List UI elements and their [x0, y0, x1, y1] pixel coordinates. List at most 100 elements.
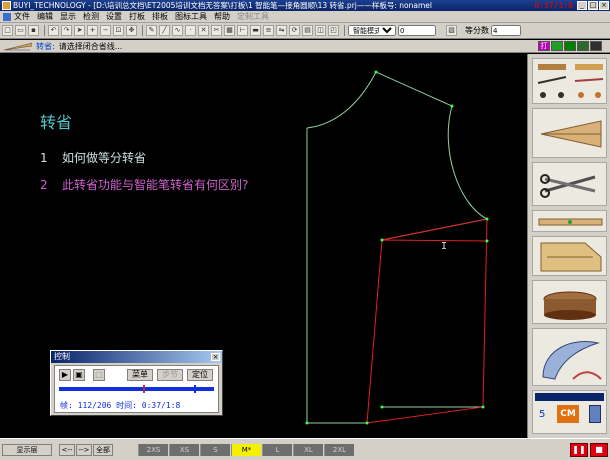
- scissors-tool-tile[interactable]: [532, 162, 607, 206]
- display-layer-button[interactable]: 显示层: [2, 443, 52, 456]
- prompt-bar: 转省: 请选择闭合省线... 打: [0, 40, 610, 53]
- window-title: BUYI_TECHNOLOGY - [D:\培训总文档\ET2005培训文档无答…: [13, 1, 432, 10]
- curve-ruler-tile[interactable]: [532, 328, 607, 386]
- line-tool-icon[interactable]: ╱: [159, 25, 170, 36]
- pattern-mode-icon[interactable]: 打: [538, 41, 550, 51]
- calculator-icon[interactable]: [589, 405, 601, 423]
- redo-icon[interactable]: ↷: [61, 25, 72, 36]
- stop-icon[interactable]: ■: [590, 442, 608, 457]
- ruler-tool-tile[interactable]: [532, 210, 607, 232]
- measurement-header: [535, 393, 604, 401]
- size-xl[interactable]: XL: [293, 443, 323, 456]
- cm-unit-icon[interactable]: CM: [557, 405, 579, 423]
- layers-icon[interactable]: ≡: [263, 25, 274, 36]
- dark-pen-icon[interactable]: [590, 41, 602, 51]
- green-pen-icon[interactable]: [577, 41, 589, 51]
- step-button[interactable]: 步节: [157, 369, 183, 381]
- piece-icon[interactable]: ◰: [328, 25, 339, 36]
- controller-titlebar[interactable]: 控制 ×: [51, 351, 222, 363]
- pattern-piece-tile[interactable]: [532, 236, 607, 276]
- undo-icon[interactable]: ↶: [48, 25, 59, 36]
- curve-tool-icon[interactable]: ∿: [172, 25, 183, 36]
- size-xs[interactable]: XS: [169, 443, 199, 456]
- equal-parts-input[interactable]: [491, 25, 521, 36]
- basket-tool-tile[interactable]: [532, 280, 607, 324]
- menu-file[interactable]: 文件: [14, 11, 30, 22]
- playback-controller: 控制 × ▶ ▣ □ 菜单 步节 定位 帧: 112/206 时间: 0:37/…: [50, 350, 223, 416]
- playback-progress-bar[interactable]: [59, 387, 214, 391]
- mirror-icon[interactable]: ⇋: [276, 25, 287, 36]
- size-2xl[interactable]: 2XL: [324, 443, 354, 456]
- question-1-text: 如何做等分转省: [62, 151, 147, 165]
- playback-end-marker: [194, 385, 196, 393]
- pen-tool-icon[interactable]: ✎: [146, 25, 157, 36]
- pointer-icon[interactable]: ➤: [74, 25, 85, 36]
- maximize-button[interactable]: □: [588, 1, 598, 10]
- save-icon[interactable]: ▪: [28, 25, 39, 36]
- green-square-icon[interactable]: [551, 41, 563, 51]
- size-l[interactable]: L: [262, 443, 292, 456]
- pan-icon[interactable]: ✥: [126, 25, 137, 36]
- hatch-icon[interactable]: ▧: [446, 25, 457, 36]
- size-s[interactable]: S: [200, 443, 230, 456]
- new-file-icon[interactable]: □: [2, 25, 13, 36]
- grid-icon[interactable]: ▦: [224, 25, 235, 36]
- minimize-button[interactable]: _: [577, 1, 587, 10]
- menu-pattern[interactable]: 打板: [129, 11, 145, 22]
- locate-button[interactable]: 定位: [187, 369, 213, 381]
- pattern-point: [485, 239, 489, 243]
- align-icon[interactable]: ▤: [302, 25, 313, 36]
- question-2: 2 此转省功能与智能笔转省有何区别?: [40, 176, 248, 193]
- controller-title: 控制: [54, 352, 70, 361]
- all-button[interactable]: 全部: [93, 443, 113, 456]
- stop-button[interactable]: □: [93, 369, 105, 381]
- play-button[interactable]: ▶: [59, 369, 71, 381]
- pattern-point: [450, 104, 454, 108]
- rotate-icon[interactable]: ⟳: [289, 25, 300, 36]
- controller-close-button[interactable]: ×: [211, 353, 220, 361]
- green-square-icon-2[interactable]: [564, 41, 576, 51]
- delete-icon[interactable]: ✕: [198, 25, 209, 36]
- menu-check[interactable]: 检测: [83, 11, 99, 22]
- menu-custom-tools[interactable]: 定制工具: [237, 11, 269, 22]
- playback-status: 帧: 112/206 时间: 0:37/1:8: [60, 401, 181, 410]
- statusbar: 显示层 <-- --> 全部 2XS XS S M* L XL 2XL ❚❚ ■: [0, 438, 610, 460]
- tool-grid-tile[interactable]: [532, 58, 607, 104]
- prompt-text: 请选择闭合省线...: [58, 41, 123, 51]
- mode-select[interactable]: 智能模式F5: [348, 25, 396, 36]
- open-folder-icon[interactable]: ▭: [15, 25, 26, 36]
- menu-button[interactable]: 菜单: [127, 369, 153, 381]
- cut-icon[interactable]: ✂: [211, 25, 222, 36]
- ruler-icon[interactable]: ▬: [250, 25, 261, 36]
- zoom-out-icon[interactable]: −: [100, 25, 111, 36]
- prev-button[interactable]: <--: [59, 443, 75, 456]
- menu-edit[interactable]: 编辑: [37, 11, 53, 22]
- mini-toolbar: 打: [537, 41, 602, 51]
- dart-tool-tile[interactable]: [532, 108, 607, 158]
- snap-icon[interactable]: ◫: [315, 25, 326, 36]
- pause-button[interactable]: ▣: [73, 369, 85, 381]
- menu-view[interactable]: 显示: [60, 11, 76, 22]
- pause-icon[interactable]: ❚❚: [570, 442, 588, 457]
- close-button[interactable]: ×: [599, 1, 609, 10]
- measurement-tile[interactable]: 5 CM: [532, 390, 607, 434]
- next-button[interactable]: -->: [76, 443, 92, 456]
- menu-help[interactable]: 帮助: [214, 11, 230, 22]
- size-2xs[interactable]: 2XS: [138, 443, 168, 456]
- measure-icon[interactable]: ⊢: [237, 25, 248, 36]
- size-m-active[interactable]: M*: [231, 443, 261, 456]
- dart-tile-icon: [540, 120, 602, 148]
- controller-body: ▶ ▣ □ 菜单 步节 定位 帧: 112/206 时间: 0:37/1:8: [54, 365, 219, 413]
- pattern-point: [380, 405, 384, 409]
- point-tool-icon[interactable]: ·: [185, 25, 196, 36]
- menu-marker[interactable]: 排板: [152, 11, 168, 22]
- pattern-green-left-edge: [306, 128, 367, 424]
- zoom-fit-icon[interactable]: ⊡: [113, 25, 124, 36]
- mode-value-input[interactable]: [398, 25, 436, 36]
- playback-position-marker[interactable]: [142, 385, 145, 393]
- menu-icon-tools[interactable]: 图标工具: [175, 11, 207, 22]
- curve-ruler-icon: [542, 341, 602, 380]
- menu-settings[interactable]: 设置: [106, 11, 122, 22]
- pattern-point: [305, 421, 309, 425]
- zoom-in-icon[interactable]: +: [87, 25, 98, 36]
